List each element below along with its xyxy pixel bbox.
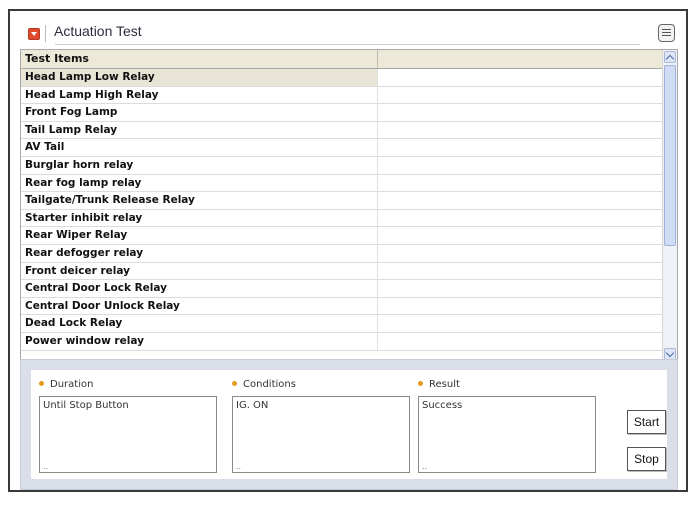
test-item-value [378, 192, 663, 209]
test-item-label: Central Door Unlock Relay [21, 297, 378, 315]
test-item-value [378, 69, 663, 86]
menu-icon[interactable] [658, 24, 675, 42]
test-item-value [378, 280, 663, 297]
table-row[interactable]: Burglar horn relay [21, 156, 663, 175]
test-item-value [378, 122, 663, 139]
test-item-value [378, 315, 663, 332]
bullet-icon [418, 380, 423, 386]
table-row[interactable]: Power window relay [21, 332, 663, 351]
collapse-arrow-icon[interactable] [28, 28, 40, 40]
test-item-label: Rear fog lamp relay [21, 174, 378, 192]
table-row[interactable]: Head Lamp Low Relay [21, 69, 663, 87]
resize-grip-icon: .. [422, 462, 428, 471]
test-item-label: Head Lamp Low Relay [21, 69, 378, 86]
bullet-icon [39, 380, 44, 386]
actuation-test-window: Actuation Test Test Items Head Lamp Low … [8, 9, 688, 492]
result-field[interactable]: Success .. [418, 396, 596, 473]
conditions-label-text: Conditions [243, 379, 296, 390]
test-item-label: Dead Lock Relay [21, 315, 378, 332]
test-item-value [378, 263, 663, 280]
table-row[interactable]: Rear fog lamp relay [21, 174, 663, 193]
page-title: Actuation Test [54, 23, 142, 39]
column-header-test-items[interactable]: Test Items [21, 50, 378, 68]
table-row[interactable]: Head Lamp High Relay [21, 86, 663, 105]
test-item-value [378, 227, 663, 244]
test-item-label: Front deicer relay [21, 262, 378, 280]
test-item-label: Starter inhibit relay [21, 209, 378, 227]
vertical-scrollbar[interactable] [662, 50, 677, 361]
conditions-label: Conditions [232, 379, 296, 390]
test-item-value [378, 245, 663, 262]
table-header: Test Items [21, 50, 663, 69]
scroll-up-icon[interactable] [664, 51, 676, 63]
test-item-value [378, 139, 663, 156]
result-label: Result [418, 379, 460, 390]
duration-label: Duration [39, 379, 93, 390]
test-item-label: Power window relay [21, 332, 378, 350]
scroll-thumb[interactable] [664, 65, 676, 246]
table-row[interactable]: Tailgate/Trunk Release Relay [21, 192, 663, 210]
table-row[interactable]: Starter inhibit relay [21, 209, 663, 228]
test-item-label: AV Tail [21, 139, 378, 156]
table-row[interactable]: Front deicer relay [21, 262, 663, 281]
test-item-label: Tailgate/Trunk Release Relay [21, 192, 378, 209]
test-item-value [378, 157, 663, 174]
table-body: Head Lamp Low Relay Head Lamp High Relay F… [21, 69, 663, 351]
table-row[interactable]: Dead Lock Relay [21, 315, 663, 333]
duration-label-text: Duration [50, 379, 94, 390]
duration-value: Until Stop Button [43, 400, 129, 411]
test-item-label: Head Lamp High Relay [21, 86, 378, 104]
test-item-label: Rear Wiper Relay [21, 227, 378, 244]
table-row[interactable]: Rear Wiper Relay [21, 227, 663, 245]
column-header-value[interactable] [378, 50, 663, 68]
table-row[interactable]: Central Door Lock Relay [21, 280, 663, 298]
test-item-value [378, 298, 663, 315]
test-item-label: Tail Lamp Relay [21, 121, 378, 139]
title-underline [55, 44, 640, 45]
title-separator [45, 25, 46, 42]
result-value: Success [422, 400, 463, 411]
test-item-value [378, 175, 663, 192]
test-item-value [378, 104, 663, 121]
duration-field[interactable]: Until Stop Button .. [39, 396, 217, 473]
table-row[interactable]: AV Tail [21, 139, 663, 157]
table-row[interactable]: Tail Lamp Relay [21, 121, 663, 140]
table-row[interactable]: Central Door Unlock Relay [21, 297, 663, 316]
test-items-table: Test Items Head Lamp Low Relay Head Lamp … [20, 49, 678, 362]
conditions-value: IG. ON [236, 400, 269, 411]
test-item-label: Front Fog Lamp [21, 104, 378, 121]
conditions-field[interactable]: IG. ON .. [232, 396, 410, 473]
test-item-value [378, 210, 663, 227]
resize-grip-icon: .. [43, 462, 49, 471]
table-row[interactable]: Rear defogger relay [21, 244, 663, 263]
test-item-value [378, 87, 663, 104]
table-row[interactable]: Front Fog Lamp [21, 104, 663, 122]
resize-grip-icon: .. [236, 462, 242, 471]
test-item-value [378, 333, 663, 350]
control-panel: Duration Until Stop Button .. Conditions… [20, 359, 678, 490]
bullet-icon [232, 380, 237, 386]
control-panel-inner: Duration Until Stop Button .. Conditions… [31, 370, 667, 479]
test-item-label: Central Door Lock Relay [21, 280, 378, 297]
start-button[interactable]: Start [627, 410, 666, 434]
test-item-label: Burglar horn relay [21, 156, 378, 174]
stop-button[interactable]: Stop [627, 447, 666, 471]
result-label-text: Result [429, 379, 460, 390]
test-item-label: Rear defogger relay [21, 244, 378, 262]
